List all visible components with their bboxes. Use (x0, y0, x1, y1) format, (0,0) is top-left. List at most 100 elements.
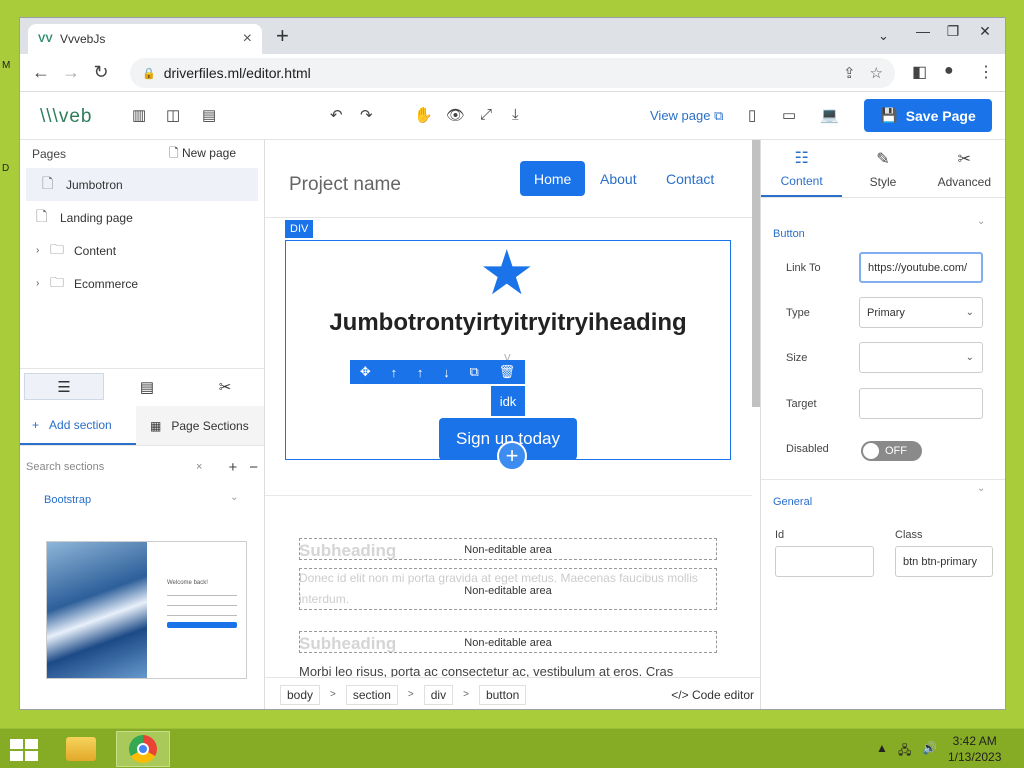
clear-search-icon[interactable]: × (196, 461, 202, 473)
add-element-plus-icon[interactable]: + (497, 441, 527, 471)
move-down-icon[interactable]: ↓ (443, 365, 450, 380)
view-page-link[interactable]: View page ⧉ (650, 108, 723, 124)
nav-about[interactable]: About (586, 161, 651, 196)
add-section-tab[interactable]: + Add section (20, 406, 136, 445)
tab-sections[interactable]: ☰ (24, 373, 104, 400)
code-editor-button[interactable]: </> Code editor (671, 688, 754, 702)
network-icon[interactable]: 🖧 (898, 741, 911, 762)
close-window-button[interactable]: ✕ (970, 18, 1000, 44)
chevron-down-icon[interactable]: ⌄ (230, 492, 238, 503)
tab-tools[interactable]: ✂ (186, 369, 264, 404)
size-select[interactable]: ⌄ (859, 342, 983, 373)
save-page-button[interactable]: 💾 Save Page (864, 99, 992, 132)
group-button-label[interactable]: Button (773, 228, 805, 240)
collapse-all-icon[interactable]: − (249, 459, 258, 476)
editor-canvas[interactable]: Project name Home About Contact DIV ★ Ju… (265, 140, 752, 685)
crumb-body[interactable]: body (280, 684, 321, 705)
editor-topbar: \\\veb ▥ ◫ ▤ ↶ ↷ ✋ 👁 ⤢ ⤓ View page ⧉ ▯ ▭… (20, 92, 1005, 140)
page-sections-tab[interactable]: ▦ Page Sections (136, 406, 264, 445)
link-to-input[interactable]: https://youtube.com/ (859, 252, 983, 283)
tab-content[interactable]: ☷ Content (761, 140, 843, 197)
idk-element[interactable]: idk (491, 386, 525, 416)
side-panel-icon[interactable]: ◧ (912, 62, 927, 82)
undo-icon[interactable]: ↶ (330, 106, 343, 124)
back-arrow-icon[interactable]: ← (26, 62, 56, 83)
expand-all-icon[interactable]: + (228, 459, 237, 476)
crumb-button[interactable]: button (478, 684, 527, 705)
windows-start-icon[interactable] (10, 739, 38, 761)
left-panel: Pages 🗋 New page 🗋 Jumbotron 🗋 Landing p… (20, 140, 265, 709)
download-icon[interactable]: ⤓ (512, 106, 519, 123)
expand-arrow-icon[interactable]: › (36, 245, 50, 256)
bookmark-star-icon[interactable]: ☆ (870, 64, 883, 82)
reload-icon[interactable]: ↻ (86, 62, 116, 83)
minimize-button[interactable]: — (908, 18, 938, 44)
page-item-jumbotron[interactable]: 🗋 Jumbotron (26, 168, 258, 201)
desktop-icon-fragment: D (2, 163, 10, 174)
tab-search-chevron-icon[interactable]: ⌄ (878, 28, 889, 44)
toggle-tree-panel-icon[interactable]: ◫ (166, 106, 180, 124)
share-icon[interactable]: ⇪ (843, 64, 856, 82)
tab-advanced[interactable]: ✂ Advanced (924, 140, 1005, 197)
page-item-landing[interactable]: 🗋 Landing page (20, 201, 264, 234)
disabled-toggle[interactable]: OFF (861, 441, 922, 461)
clone-icon[interactable]: ⧉ (469, 364, 478, 380)
jumbotron-section[interactable]: ★ Jumbotrontyirtyitryitryiheading V ✥ ↑ … (285, 240, 731, 471)
tab-style[interactable]: ✎ Style (842, 140, 923, 197)
star-icon[interactable]: ★ (479, 243, 535, 305)
chevron-down-icon[interactable]: ⌄ (977, 216, 985, 227)
group-general-label[interactable]: General (773, 496, 812, 508)
drag-move-icon[interactable]: ✥ (360, 364, 371, 380)
browser-tab[interactable]: VV VvvebJs × (28, 24, 262, 54)
menu-kebab-icon[interactable]: ⋮ (978, 62, 994, 82)
crumb-div[interactable]: div (423, 684, 454, 705)
fullscreen-icon[interactable]: ⤢ (480, 106, 492, 123)
preview-eye-icon[interactable]: 👁 (446, 106, 465, 124)
browser-toolbar: ← → ↻ 🔒 driverfiles.ml/editor.html ⇪ ☆ ◧… (20, 54, 1005, 92)
toggle-left-panel-icon[interactable]: ▥ (132, 106, 146, 124)
site-brand[interactable]: Project name (289, 174, 401, 196)
designer-mode-hand-icon[interactable]: ✋ (414, 106, 433, 124)
nav-contact[interactable]: Contact (652, 161, 728, 196)
maximize-button[interactable]: ❐ (938, 18, 968, 44)
file-explorer-taskbar-button[interactable] (54, 731, 108, 767)
folder-item-ecommerce[interactable]: › 🗀 Ecommerce (20, 267, 264, 300)
redo-icon[interactable]: ↷ (360, 106, 373, 124)
close-tab-icon[interactable]: × (243, 30, 252, 48)
toggle-right-panel-icon[interactable]: ▤ (202, 106, 216, 124)
delete-trash-icon[interactable]: 🗑 (499, 364, 516, 380)
crumb-section[interactable]: section (345, 684, 398, 705)
jumbotron-heading[interactable]: Jumbotrontyirtyitryitryiheading (286, 309, 730, 337)
select-parent-icon[interactable]: ↑ (391, 365, 398, 380)
tablet-view-icon[interactable]: ▭ (782, 106, 796, 124)
canvas-scrollbar[interactable] (752, 140, 760, 407)
section-search-input[interactable]: Search sections (26, 461, 196, 473)
show-hidden-icons-icon[interactable]: ▲ (876, 741, 888, 755)
forward-arrow-icon[interactable]: → (56, 62, 86, 83)
nav-home[interactable]: Home (520, 161, 586, 196)
new-page-button[interactable]: 🗋 New page (169, 144, 236, 165)
mobile-view-icon[interactable]: ▯ (748, 106, 756, 124)
chevron-down-icon[interactable]: ⌄ (977, 483, 985, 494)
file-icon: 🗋 (36, 207, 48, 224)
class-label: Class (895, 529, 923, 541)
chrome-taskbar-button[interactable] (116, 731, 170, 767)
move-up-icon[interactable]: ↑ (417, 365, 424, 380)
volume-icon[interactable]: 🔊 (922, 741, 937, 755)
new-tab-button[interactable]: + (276, 24, 289, 48)
tab-strip: VV VvvebJs × + ⌄ — ❐ ✕ (20, 18, 1005, 54)
folder-item-content[interactable]: › 🗀 Content (20, 234, 264, 267)
profile-avatar-icon[interactable]: ● (944, 62, 954, 80)
bootstrap-group-label[interactable]: Bootstrap (44, 494, 91, 506)
tab-components[interactable]: ▤ (108, 369, 186, 404)
section-thumbnail[interactable]: Welcome back! (46, 541, 247, 679)
class-input[interactable]: btn btn-primary (895, 546, 993, 577)
target-input[interactable] (859, 388, 983, 419)
address-bar[interactable]: 🔒 driverfiles.ml/editor.html ⇪ ☆ (130, 58, 895, 88)
target-label: Target (786, 398, 817, 410)
system-clock[interactable]: 3:42 AM 1/13/2023 (948, 733, 1001, 765)
type-select[interactable]: Primary ⌄ (859, 297, 983, 328)
id-input[interactable] (775, 546, 874, 577)
expand-arrow-icon[interactable]: › (36, 278, 50, 289)
desktop-view-icon[interactable]: 💻 (820, 106, 839, 124)
